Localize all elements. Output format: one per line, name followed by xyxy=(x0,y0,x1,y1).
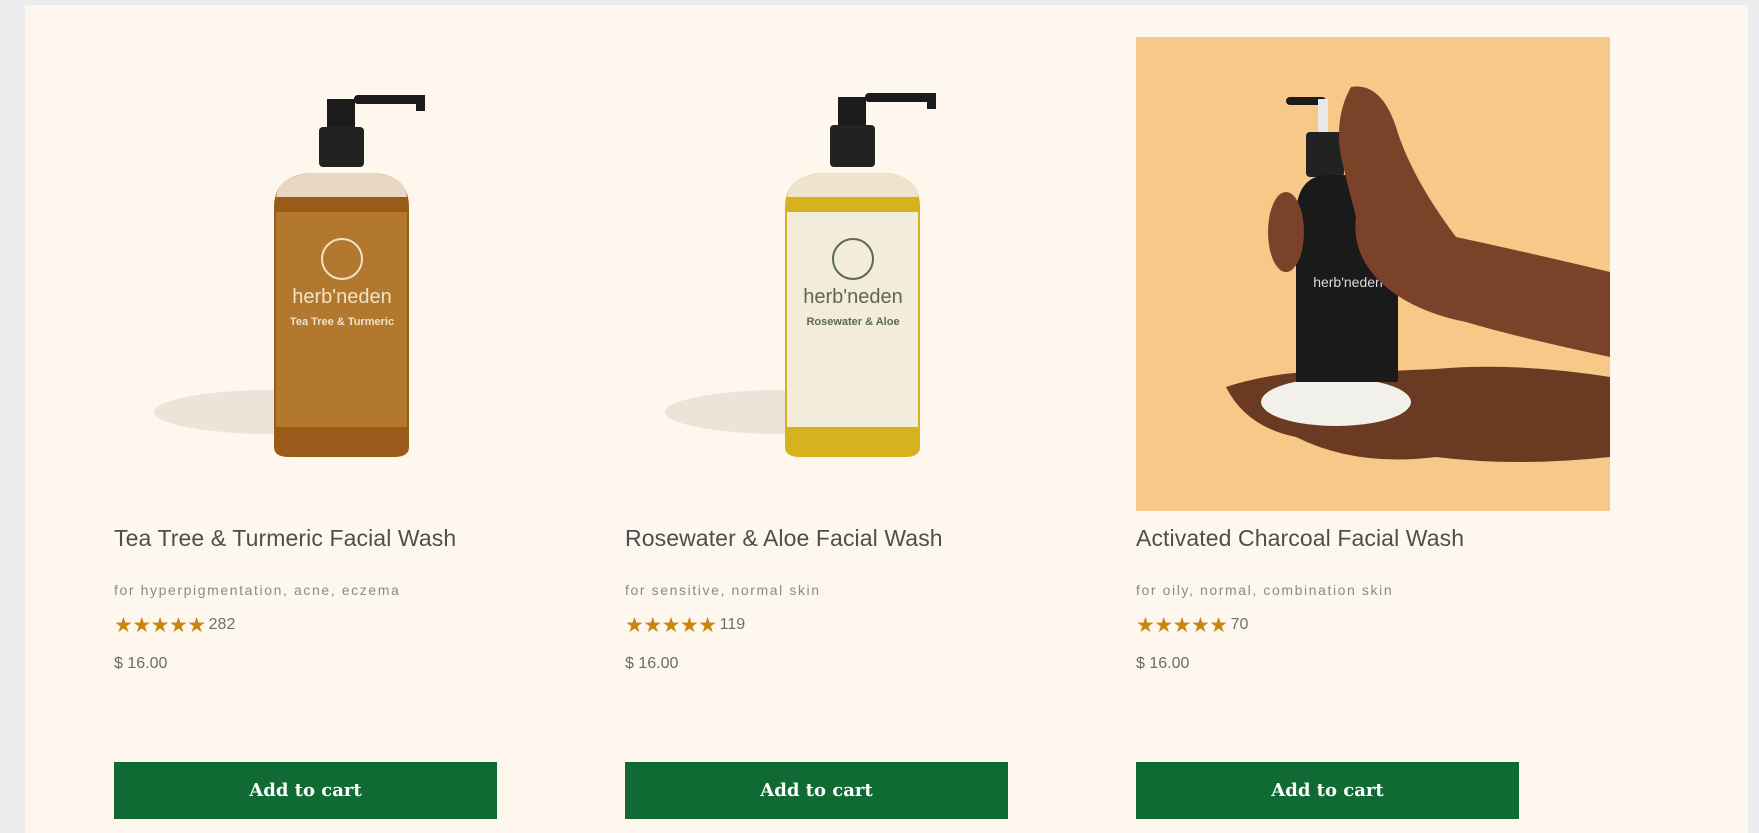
add-to-cart-button[interactable]: Add to cart xyxy=(1136,762,1519,819)
product-image-tea-tree[interactable]: herb'neden Tea Tree & Turmeric xyxy=(114,37,588,511)
svg-text:herb'neden: herb'neden xyxy=(803,286,902,308)
svg-text:Tea Tree & Turmeric: Tea Tree & Turmeric xyxy=(290,316,394,328)
product-rating: ★★★★★ 282 xyxy=(114,612,235,638)
review-count: 70 xyxy=(1230,616,1249,633)
charcoal-bottle-in-hands-image: herb'neden xyxy=(1136,37,1610,511)
star-rating-icon: ★★★★★ xyxy=(114,613,206,637)
review-count: 119 xyxy=(719,616,746,633)
product-image-rosewater[interactable]: herb'neden Rosewater & Aloe xyxy=(625,37,1099,511)
product-tagline: for sensitive, normal skin xyxy=(625,582,821,598)
product-card-charcoal: herb'neden Activated Charcoal Facial Was… xyxy=(1136,5,1616,833)
add-to-cart-button[interactable]: Add to cart xyxy=(114,762,497,819)
rosewater-bottle-image: herb'neden Rosewater & Aloe xyxy=(665,93,936,457)
product-image-charcoal[interactable]: herb'neden xyxy=(1136,37,1610,511)
product-rating: ★★★★★ 70 xyxy=(1136,612,1248,638)
product-price: $ 16.00 xyxy=(1136,655,1190,672)
svg-text:herb'neden: herb'neden xyxy=(1313,274,1383,290)
star-rating-icon: ★★★★★ xyxy=(625,613,717,637)
product-rating: ★★★★★ 119 xyxy=(625,612,745,638)
product-tagline: for oily, normal, combination skin xyxy=(1136,582,1394,598)
add-to-cart-button[interactable]: Add to cart xyxy=(625,762,1008,819)
product-tagline: for hyperpigmentation, acne, eczema xyxy=(114,582,401,598)
product-card-tea-tree: herb'neden Tea Tree & Turmeric Tea Tree … xyxy=(114,5,594,833)
product-title[interactable]: Activated Charcoal Facial Wash xyxy=(1136,525,1464,552)
product-grid: herb'neden Tea Tree & Turmeric Tea Tree … xyxy=(25,5,1748,833)
svg-text:herb'neden: herb'neden xyxy=(292,286,391,308)
product-price: $ 16.00 xyxy=(625,655,679,672)
svg-text:Rosewater & Aloe: Rosewater & Aloe xyxy=(806,316,899,328)
product-price: $ 16.00 xyxy=(114,655,168,672)
review-count: 282 xyxy=(208,616,236,633)
product-title[interactable]: Tea Tree & Turmeric Facial Wash xyxy=(114,525,456,552)
star-rating-icon: ★★★★★ xyxy=(1136,613,1228,637)
product-title[interactable]: Rosewater & Aloe Facial Wash xyxy=(625,525,943,552)
tea-tree-bottle-image: herb'neden Tea Tree & Turmeric xyxy=(154,95,425,457)
product-card-rosewater: herb'neden Rosewater & Aloe Rosewater & … xyxy=(625,5,1105,833)
